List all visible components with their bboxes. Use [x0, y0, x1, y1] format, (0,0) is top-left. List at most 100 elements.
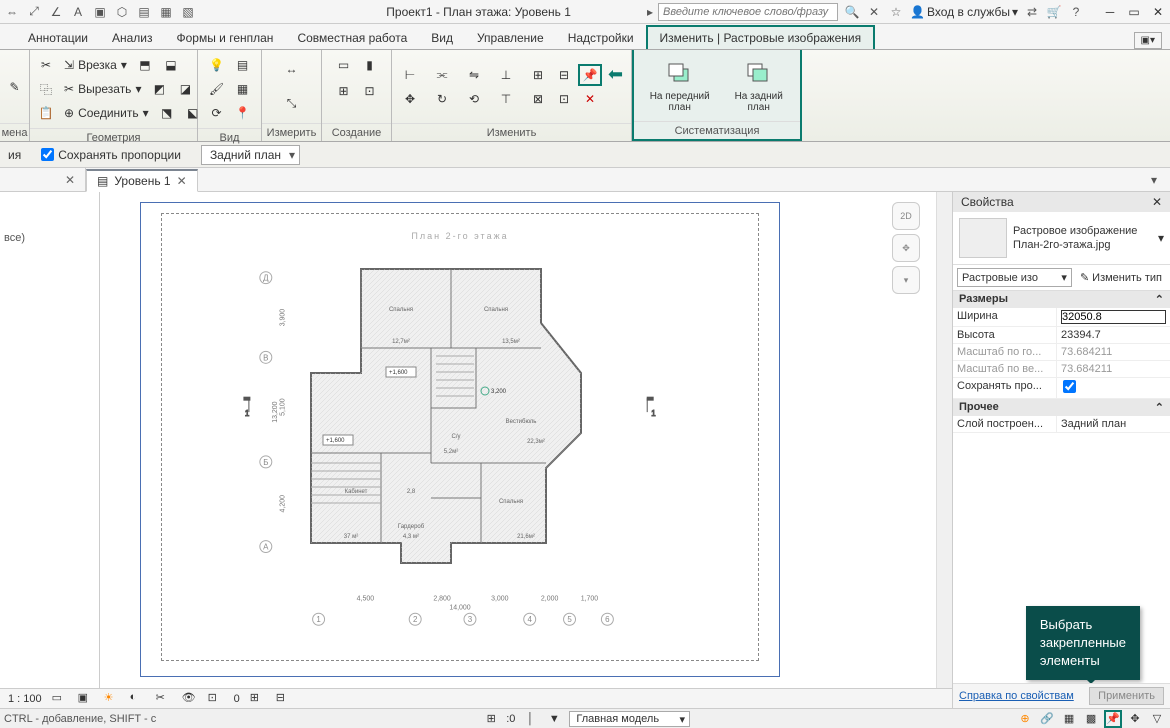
close-window-button[interactable]: ✕ — [1146, 2, 1170, 22]
shape3-icon[interactable]: ◩ — [147, 78, 171, 100]
sb-sel2-icon[interactable]: ▩ — [1082, 710, 1100, 728]
paste-icon[interactable]: 📋 — [34, 102, 58, 124]
doc-tab-blank[interactable]: ✕ — [0, 168, 86, 191]
brush-icon[interactable]: 🖌 — [205, 78, 229, 100]
keep-proportions-checkbox[interactable]: Сохранять пропорции — [41, 148, 181, 162]
shape4-icon[interactable]: ◪ — [173, 78, 197, 100]
image-selection-frame[interactable]: План 2-го этажа — [140, 202, 780, 677]
shape5-icon[interactable]: ⬔ — [155, 102, 179, 124]
tab-addins[interactable]: Надстройки — [556, 27, 646, 49]
copy-icon[interactable]: ⿻ — [34, 78, 58, 100]
vb-i1-icon[interactable]: ⊞ — [250, 691, 266, 707]
sb-filter2-icon[interactable]: ▽ — [1148, 710, 1166, 728]
sb-select-pinned-icon[interactable]: 📌 — [1104, 710, 1122, 728]
join-button[interactable]: ⊕Соединить▾ — [60, 106, 153, 120]
binoculars-icon[interactable]: 🔍 — [844, 4, 860, 20]
dim-angular-icon[interactable]: ∠ — [48, 4, 64, 20]
prop-layer-value[interactable]: Задний план — [1057, 416, 1170, 432]
tab-modify-raster[interactable]: Изменить | Растровые изображения — [646, 25, 876, 49]
dim-linear-icon[interactable]: ⇔ — [4, 4, 20, 20]
m2-icon[interactable]: ⊟ — [552, 64, 576, 86]
nav-pan-icon[interactable]: ✥ — [892, 234, 920, 262]
dim-icon[interactable]: ⤡ — [275, 88, 309, 118]
array-icon[interactable]: ⊞ — [332, 80, 356, 102]
sb-snap-icon[interactable]: ⊕ — [1016, 710, 1034, 728]
m1-icon[interactable]: ⊞ — [526, 64, 550, 86]
help-icon[interactable]: ? — [1068, 4, 1084, 20]
layer-icon[interactable]: ▤ — [231, 54, 255, 76]
search-input[interactable] — [658, 3, 838, 21]
close-icon[interactable]: ✕ — [65, 173, 75, 187]
restore-button[interactable]: ▭ — [1122, 2, 1146, 22]
vb-hide-icon[interactable]: 👁 — [182, 691, 198, 707]
m6-delete-icon[interactable]: ✕ — [578, 88, 602, 110]
bring-front-button[interactable]: На передний план — [640, 57, 719, 115]
align-icon[interactable]: ⊢ — [398, 64, 422, 86]
prop-keep-checkbox[interactable] — [1063, 380, 1076, 393]
grid-icon[interactable]: ▦ — [231, 78, 255, 100]
minimize-button[interactable]: ─ — [1098, 2, 1122, 22]
wall-icon[interactable]: ▮ — [358, 54, 382, 76]
props-help-link[interactable]: Справка по свойствам — [959, 690, 1074, 702]
tab-massing[interactable]: Формы и генплан — [165, 27, 286, 49]
text-icon[interactable]: A — [70, 4, 86, 20]
panel-icon[interactable]: ▤ — [136, 4, 152, 20]
vb-shadow-icon[interactable]: ◐ — [130, 691, 146, 707]
group-icon[interactable]: ⊡ — [358, 80, 382, 102]
mirror1-icon[interactable]: ⇋ — [462, 64, 486, 86]
rotate-icon[interactable]: ↻ — [430, 88, 454, 110]
collapse-icon[interactable]: ⌃ — [1155, 401, 1164, 414]
m3-pin-icon[interactable]: 📌 — [578, 64, 602, 86]
rect-icon[interactable]: ▭ — [332, 54, 356, 76]
m4-icon[interactable]: ⊠ — [526, 88, 550, 110]
cut-button[interactable]: ✂Вырезать▾ — [60, 82, 145, 96]
m5-icon[interactable]: ⊡ — [552, 88, 576, 110]
tab-collaborate[interactable]: Совместная работа — [285, 27, 419, 49]
sb-ws-icon[interactable]: ⊞ — [482, 710, 500, 728]
vb-detail-icon[interactable]: ▭ — [52, 691, 68, 707]
props-apply-button[interactable]: Применить — [1089, 687, 1164, 705]
tab-menu-icon[interactable]: ▾ — [1146, 172, 1162, 188]
chevron-down-icon[interactable]: ▾ — [1158, 231, 1164, 245]
edit-type-button[interactable]: ✎Изменить тип — [1076, 269, 1166, 286]
extra2-icon[interactable]: ▧ — [180, 4, 196, 20]
insert-button[interactable]: ⇲Врезка▾ — [60, 58, 131, 72]
dim-aligned-icon[interactable]: ⤢ — [26, 4, 42, 20]
viewbar-scale[interactable]: 1 : 100 — [8, 693, 42, 705]
collapse-icon[interactable]: ⌃ — [1155, 293, 1164, 306]
split-icon[interactable]: ⊤ — [494, 88, 518, 110]
vb-reveal-icon[interactable]: ⊡ — [208, 691, 224, 707]
vb-crop-icon[interactable]: ✂ — [156, 691, 172, 707]
vb-i2-icon[interactable]: ⊟ — [276, 691, 292, 707]
mirror2-icon[interactable]: ⟲ — [462, 88, 486, 110]
tab-analysis[interactable]: Анализ — [100, 27, 165, 49]
cart-icon[interactable]: 🛒 — [1046, 4, 1062, 20]
tab-view[interactable]: Вид — [419, 27, 465, 49]
doc-tab-level1[interactable]: ▤ Уровень 1 ✕ — [86, 169, 198, 192]
trim-icon[interactable]: ⊥ — [494, 64, 518, 86]
sb-model-select[interactable]: Главная модель — [569, 711, 690, 727]
modify-tool-icon[interactable]: ✎ — [6, 76, 23, 98]
send-back-button[interactable]: На задний план — [723, 57, 794, 115]
sb-drag-icon[interactable]: ✥ — [1126, 710, 1144, 728]
tab-manage[interactable]: Управление — [465, 27, 556, 49]
sb-filter-icon[interactable]: ▼ — [545, 710, 563, 728]
move-icon[interactable]: ✥ — [398, 88, 422, 110]
props-filter-select[interactable]: Растровые изо▾ — [957, 268, 1072, 287]
cube-icon[interactable]: ▣ — [92, 4, 108, 20]
shape2-icon[interactable]: ⬓ — [159, 54, 183, 76]
rpt-icon[interactable]: ⟳ — [205, 102, 229, 124]
vb-style-icon[interactable]: ▣ — [78, 691, 94, 707]
scissors-icon[interactable]: ✂ — [34, 54, 58, 76]
pin-icon[interactable]: 📍 — [231, 102, 255, 124]
props-close-icon[interactable]: ✕ — [1152, 195, 1162, 209]
light-icon[interactable]: 💡 — [205, 54, 229, 76]
offset-icon[interactable]: ⫘ — [430, 64, 454, 86]
close-icon[interactable]: ✕ — [177, 174, 187, 188]
type-selector[interactable]: Растровое изображение План-2го-этажа.jpg — [1013, 224, 1152, 252]
sb-sel1-icon[interactable]: ▦ — [1060, 710, 1078, 728]
star-icon[interactable]: ☆ — [888, 4, 904, 20]
login-link[interactable]: 👤Вход в службы▾ — [910, 5, 1018, 19]
sb-link-icon[interactable]: 🔗 — [1038, 710, 1056, 728]
nav-viewcube[interactable]: 2D — [892, 202, 920, 230]
